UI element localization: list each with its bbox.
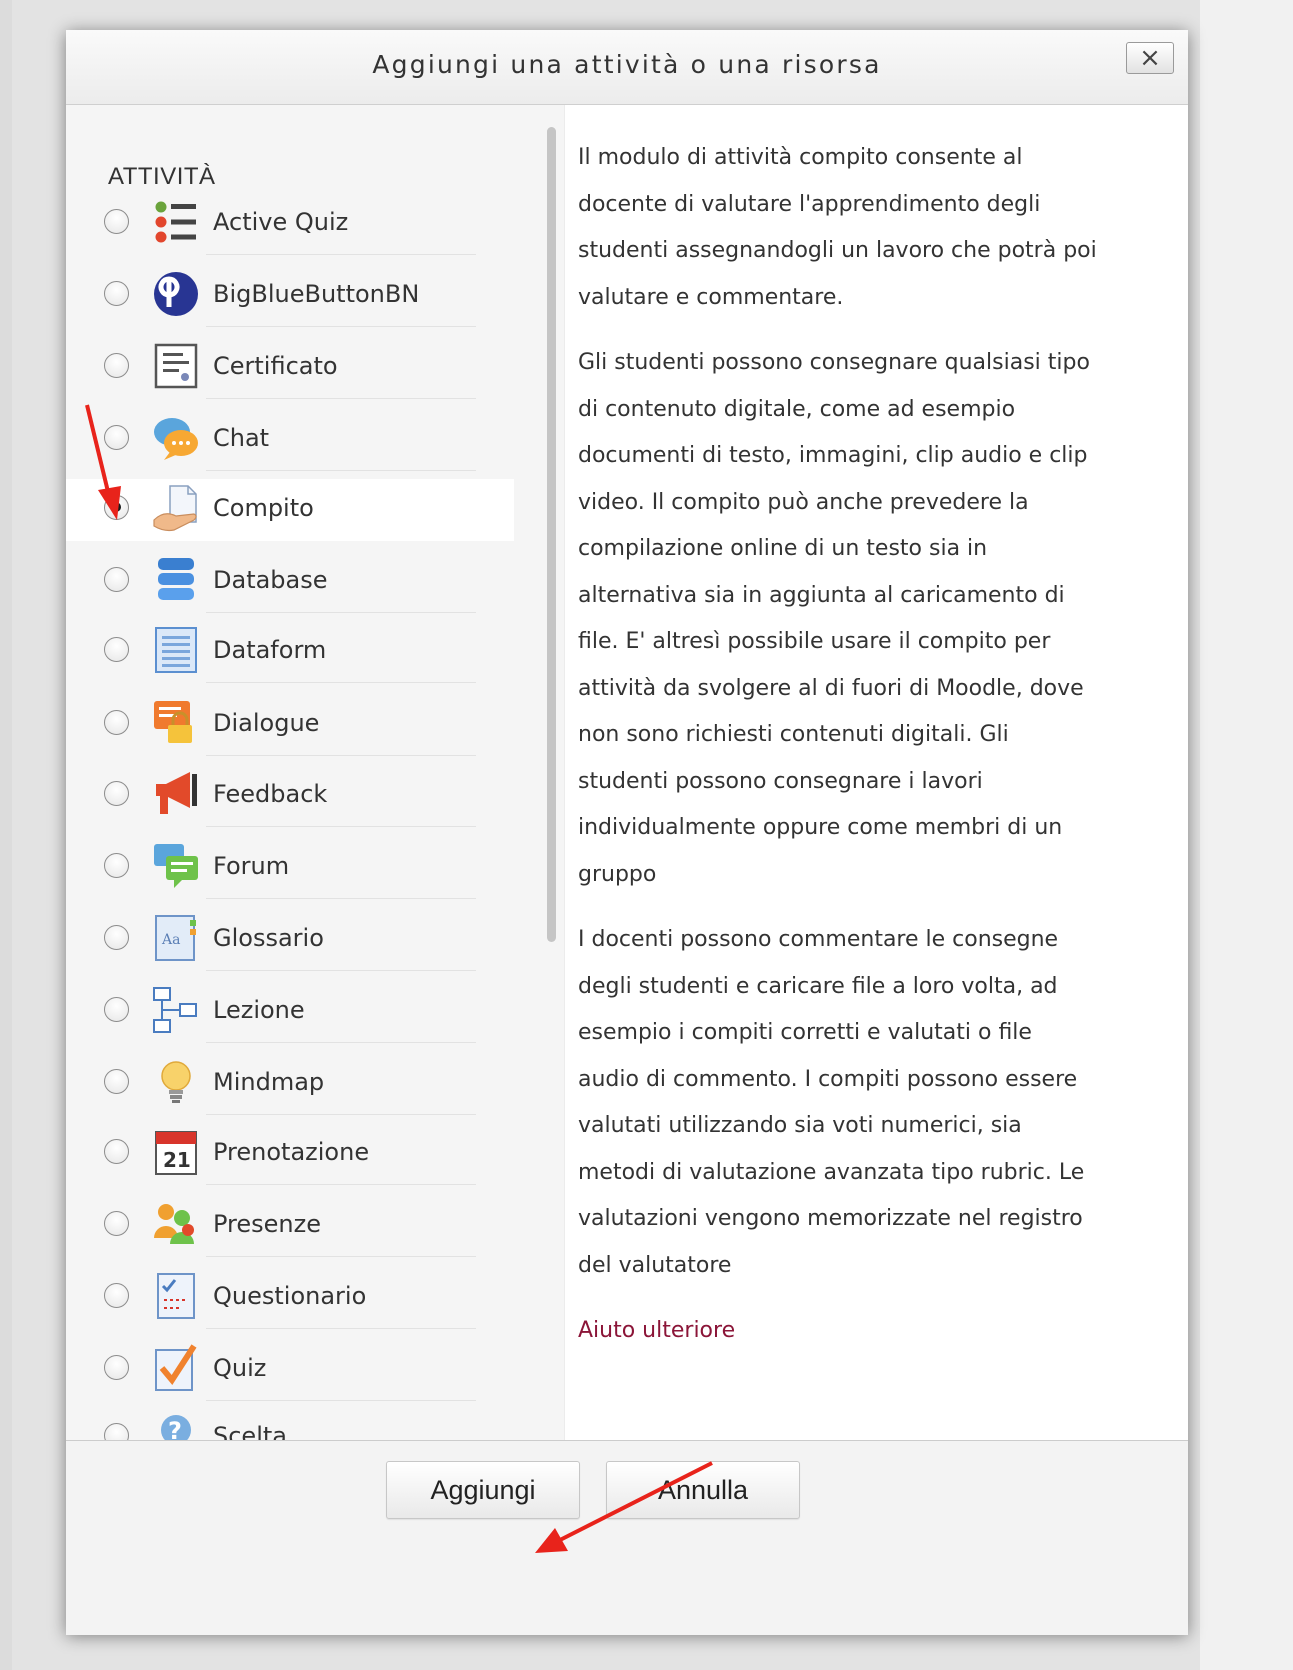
option-label: Forum — [213, 852, 290, 880]
option-glossario[interactable]: Aa Glossario — [66, 909, 514, 971]
radio-dialogue[interactable] — [104, 710, 129, 735]
option-quiz[interactable]: Quiz — [66, 1339, 514, 1401]
option-label: Compito — [213, 494, 314, 522]
radio-quiz[interactable] — [104, 1355, 129, 1380]
dialog-header: Aggiungi una attività o una risorsa × — [66, 30, 1188, 105]
questionnaire-icon — [157, 1273, 195, 1319]
activity-description: Il modulo di attività compito consente a… — [578, 105, 1098, 1355]
radio-mindmap[interactable] — [104, 1069, 129, 1094]
dialogue-icon — [154, 701, 192, 743]
cancel-button[interactable]: Annulla — [606, 1461, 800, 1519]
option-label: Lezione — [213, 996, 305, 1024]
option-compito[interactable]: Compito — [66, 479, 514, 541]
radio-presenze[interactable] — [104, 1211, 129, 1236]
radio-feedback[interactable] — [104, 781, 129, 806]
description-paragraph: I docenti possono commentare le consegne… — [578, 927, 1085, 1278]
option-label: Prenotazione — [213, 1138, 370, 1166]
option-label: Active Quiz — [213, 208, 349, 236]
radio-lezione[interactable] — [104, 997, 129, 1022]
dataform-icon — [155, 627, 197, 673]
option-label: Quiz — [213, 1354, 267, 1382]
chat-icon — [154, 418, 198, 460]
option-label: Dialogue — [213, 709, 320, 737]
radio-forum[interactable] — [104, 853, 129, 878]
option-feedback[interactable]: Feedback — [66, 765, 514, 827]
help-link[interactable]: Aiuto ulteriore — [578, 1308, 735, 1355]
option-label: Chat — [213, 424, 270, 452]
option-bigbluebutton[interactable]: BigBlueButtonBN — [66, 265, 514, 327]
assignment-icon — [153, 485, 197, 532]
add-activity-dialog: Aggiungi una attività o una risorsa × AT… — [66, 30, 1188, 1635]
option-label: Dataform — [213, 636, 327, 664]
radio-bigbluebutton[interactable] — [104, 281, 129, 306]
option-active-quiz[interactable]: Active Quiz — [66, 193, 514, 255]
page-backdrop-right — [1200, 0, 1293, 1670]
option-label: Database — [213, 566, 328, 594]
radio-dataform[interactable] — [104, 637, 129, 662]
active-quiz-icon — [155, 201, 196, 243]
description-paragraph: Il modulo di attività compito consente a… — [578, 145, 1097, 310]
option-label: Mindmap — [213, 1068, 325, 1096]
options-scrollbar[interactable] — [538, 105, 564, 1565]
close-button[interactable]: × — [1126, 42, 1174, 74]
forum-icon — [154, 844, 198, 888]
scrollbar-thumb[interactable] — [547, 127, 556, 942]
option-label: Presenze — [213, 1210, 321, 1238]
radio-compito[interactable] — [104, 495, 129, 520]
option-questionario[interactable]: Questionario — [66, 1267, 514, 1329]
dialog-title: Aggiungi una attività o una risorsa — [372, 50, 882, 79]
option-certificato[interactable]: Certificato — [66, 337, 514, 399]
attendance-icon — [154, 1204, 194, 1244]
bigbluebutton-icon — [154, 272, 198, 316]
add-button[interactable]: Aggiungi — [386, 1461, 580, 1519]
calendar-icon: 21 — [155, 1131, 197, 1175]
page-backdrop-left — [0, 0, 12, 1670]
option-label: Questionario — [213, 1282, 367, 1310]
lesson-icon — [153, 987, 197, 1033]
option-dataform[interactable]: Dataform — [66, 621, 514, 683]
option-forum[interactable]: Forum — [66, 837, 514, 899]
description-paragraph: Gli studenti possono consegnare qualsias… — [578, 350, 1090, 887]
option-lezione[interactable]: Lezione — [66, 981, 514, 1043]
option-prenotazione[interactable]: 21 Prenotazione — [66, 1123, 514, 1185]
option-presenze[interactable]: Presenze — [66, 1195, 514, 1257]
radio-database[interactable] — [104, 567, 129, 592]
option-label: Glossario — [213, 924, 324, 952]
svg-text:21: 21 — [163, 1148, 191, 1172]
radio-questionario[interactable] — [104, 1283, 129, 1308]
option-label: Certificato — [213, 352, 338, 380]
option-database[interactable]: Database — [66, 551, 514, 613]
mindmap-icon — [161, 1061, 191, 1103]
radio-glossario[interactable] — [104, 925, 129, 950]
close-icon: × — [1139, 43, 1161, 73]
option-label: Feedback — [213, 780, 328, 808]
dialog-footer: Aggiungi Annulla — [66, 1440, 1188, 1635]
option-mindmap[interactable]: Mindmap — [66, 1053, 514, 1115]
svg-text:Aa: Aa — [161, 932, 180, 948]
option-label: BigBlueButtonBN — [213, 280, 420, 308]
option-dialogue[interactable]: Dialogue — [66, 694, 514, 756]
certificate-icon — [154, 343, 198, 389]
section-label: ATTIVITÀ — [108, 163, 216, 190]
option-chat[interactable]: Chat — [66, 409, 514, 471]
feedback-icon — [156, 772, 197, 814]
radio-active-quiz[interactable] — [104, 209, 129, 234]
activity-options-list[interactable]: ATTIVITÀ Active Quiz BigBlueButtonBN Cer… — [66, 105, 538, 1565]
radio-prenotazione[interactable] — [104, 1139, 129, 1164]
radio-certificato[interactable] — [104, 353, 129, 378]
database-icon — [158, 558, 194, 600]
quiz-icon — [155, 1344, 197, 1391]
glossary-icon: Aa — [155, 915, 196, 961]
radio-chat[interactable] — [104, 425, 129, 450]
